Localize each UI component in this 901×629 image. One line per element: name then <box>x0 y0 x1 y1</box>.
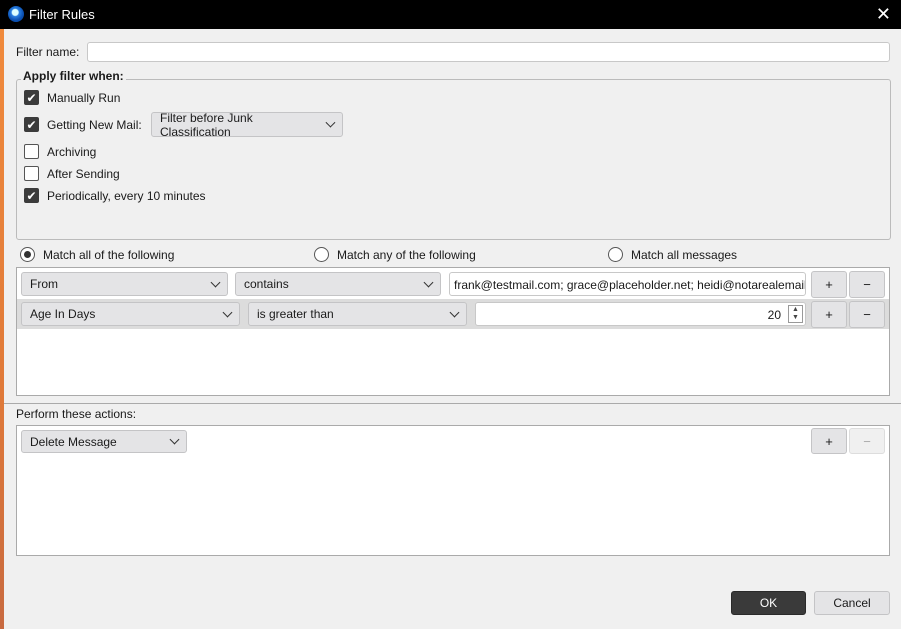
remove-action-button-disabled: − <box>849 428 885 454</box>
radio-label: Match any of the following <box>337 247 476 262</box>
select-value: contains <box>244 277 289 291</box>
select-value: Age In Days <box>30 307 96 321</box>
checkbox-label: Periodically, every 10 minutes <box>47 188 206 203</box>
thunderbird-app-icon <box>8 6 24 22</box>
chevron-down-icon <box>325 117 336 128</box>
actions-label: Perform these actions: <box>16 407 137 421</box>
checkbox-unchecked-icon[interactable] <box>24 166 39 181</box>
radio-icon[interactable] <box>314 247 329 262</box>
checkbox-label: Archiving <box>47 144 97 159</box>
window-edge <box>0 29 4 629</box>
remove-rule-button[interactable]: − <box>849 301 885 328</box>
apply-filter-group <box>16 79 891 240</box>
checkbox-checked-icon[interactable]: ✔ <box>24 188 39 203</box>
junk-classification-select[interactable]: Filter before Junk Classification <box>151 110 343 139</box>
apply-filter-legend: Apply filter when: <box>21 69 126 83</box>
checkbox-periodically[interactable]: ✔ Periodically, every 10 minutes <box>24 188 206 203</box>
add-rule-button[interactable]: + <box>811 271 847 298</box>
checkbox-archiving[interactable]: Archiving <box>24 144 96 159</box>
checkbox-checked-icon[interactable]: ✔ <box>24 90 39 105</box>
chevron-down-icon <box>449 307 460 317</box>
filter-name-input[interactable] <box>87 42 890 62</box>
divider <box>4 403 901 404</box>
radio-match-all-messages[interactable]: Match all messages <box>608 247 737 262</box>
checkbox-getting-new-mail[interactable]: ✔ Getting New Mail: <box>24 117 142 132</box>
chevron-down-icon <box>423 277 434 287</box>
checkbox-after-sending[interactable]: After Sending <box>24 166 120 181</box>
ok-button[interactable]: OK <box>731 591 806 615</box>
rule-field-select[interactable]: From <box>21 272 228 296</box>
title-bar: Filter Rules ✕ <box>0 0 901 29</box>
age-days-number-input[interactable]: 20 ▲ ▼ <box>475 302 806 326</box>
select-value: is greater than <box>257 307 334 321</box>
rule-value-input[interactable]: frank@testmail.com; grace@placeholder.ne… <box>449 272 806 296</box>
chevron-down-icon <box>222 307 233 317</box>
number-value: 20 <box>767 308 781 322</box>
radio-label: Match all messages <box>631 247 738 262</box>
chevron-down-icon <box>169 434 180 445</box>
rule-field-select[interactable]: Age In Days <box>21 302 240 326</box>
radio-label: Match all of the following <box>43 247 175 262</box>
select-value: From <box>30 277 58 291</box>
remove-rule-button[interactable]: − <box>849 271 885 298</box>
close-icon[interactable]: ✕ <box>876 4 891 25</box>
add-action-button[interactable]: + <box>811 428 847 454</box>
checkbox-manually-run[interactable]: ✔ Manually Run <box>24 90 120 105</box>
chevron-down-icon <box>210 277 221 287</box>
spinner-up-down-icon[interactable]: ▲ ▼ <box>788 305 803 323</box>
radio-icon[interactable] <box>608 247 623 262</box>
checkbox-unchecked-icon[interactable] <box>24 144 39 159</box>
checkbox-label: Getting New Mail: <box>47 117 142 132</box>
checkbox-label: Manually Run <box>47 90 121 105</box>
rule-operator-select[interactable]: is greater than <box>248 302 467 326</box>
rule-operator-select[interactable]: contains <box>235 272 441 296</box>
action-select[interactable]: Delete Message <box>21 430 187 453</box>
select-value: Delete Message <box>30 434 117 449</box>
window-title: Filter Rules <box>29 7 95 22</box>
add-rule-button[interactable]: + <box>811 301 847 328</box>
radio-match-all[interactable]: Match all of the following <box>20 247 174 262</box>
checkbox-label: After Sending <box>47 166 120 181</box>
cancel-button[interactable]: Cancel <box>814 591 890 615</box>
select-value: Filter before Junk Classification <box>160 110 253 139</box>
radio-match-any[interactable]: Match any of the following <box>314 247 476 262</box>
radio-selected-icon[interactable] <box>20 247 35 262</box>
filter-name-label: Filter name: <box>16 45 80 59</box>
checkbox-checked-icon[interactable]: ✔ <box>24 117 39 132</box>
